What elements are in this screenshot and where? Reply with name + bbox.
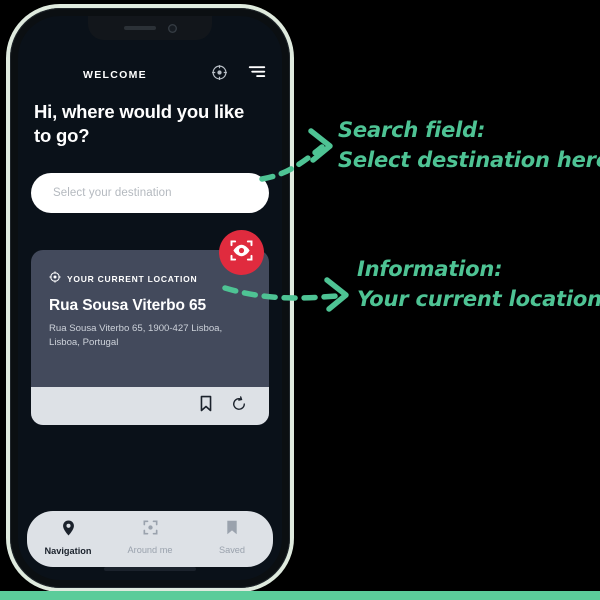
tab-around-me[interactable]: Around me: [109, 520, 191, 555]
phone-screen: WELCOME Hi, where would you like to go? …: [18, 16, 282, 580]
card-location-title: Rua Sousa Viterbo 65: [49, 297, 207, 314]
card-label-text: YOUR CURRENT LOCATION: [67, 274, 198, 284]
search-annotation: Search field: Select destination here: [338, 116, 600, 176]
bookmark-icon[interactable]: [199, 395, 213, 417]
phone-notch: [88, 16, 212, 40]
search-placeholder-text: Select your destination: [53, 187, 172, 199]
app-header: WELCOME: [18, 62, 282, 88]
target-crosshair-icon: [49, 270, 61, 288]
scan-frame-icon: [143, 520, 158, 540]
card-location-address: Rua Sousa Viterbo 65, 1900-427 Lisboa, L…: [49, 323, 223, 348]
greeting-heading: Hi, where would you like to go?: [34, 101, 245, 146]
bottom-accent-bar: [0, 591, 600, 600]
info-annotation: Information: Your current location: [357, 255, 600, 315]
map-pin-icon: [62, 520, 75, 541]
page-title: WELCOME: [83, 69, 147, 81]
target-crosshair-icon[interactable]: [211, 64, 228, 81]
annotation-line: Your current location: [357, 286, 600, 311]
tab-label: Navigation: [44, 546, 92, 556]
annotation-line: Search field:: [338, 118, 486, 142]
tab-label: Around me: [127, 545, 173, 555]
annotation-line: Select destination here: [338, 147, 600, 172]
hamburger-menu-icon[interactable]: [248, 65, 266, 79]
notch-speaker: [123, 26, 156, 30]
home-indicator: [104, 566, 196, 571]
bookmark-icon: [226, 520, 238, 540]
arrow-head-search: [308, 128, 333, 163]
bottom-tab-bar: Navigation Around me Saved: [27, 511, 273, 567]
arrow-head-info: [324, 277, 349, 312]
current-location-card[interactable]: YOUR CURRENT LOCATION Rua Sousa Viterbo …: [31, 250, 269, 425]
tab-navigation[interactable]: Navigation: [27, 520, 109, 556]
annotation-line: Information:: [357, 257, 503, 281]
search-input[interactable]: Select your destination: [31, 173, 269, 213]
tab-saved[interactable]: Saved: [191, 520, 273, 555]
tab-label: Saved: [218, 545, 246, 555]
ar-scan-button[interactable]: [219, 230, 264, 275]
refresh-icon[interactable]: [231, 395, 247, 417]
notch-camera-icon: [167, 23, 177, 33]
eye-scan-icon: [229, 238, 254, 268]
card-actions-row: [31, 387, 269, 425]
